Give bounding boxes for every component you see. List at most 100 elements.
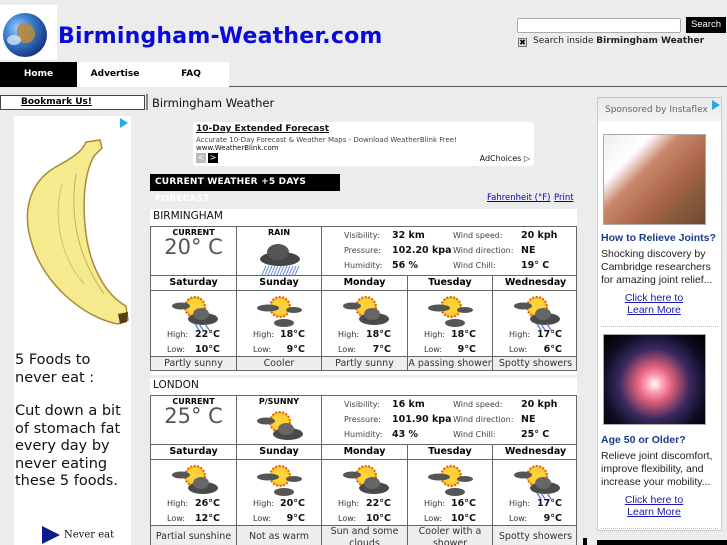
wind-direction-label: Wind direction:: [453, 246, 514, 255]
current-temp-cell: CURRENT 20° C: [151, 227, 237, 275]
high-label: High:: [167, 499, 189, 508]
sun-cloud-rain-icon: [511, 293, 561, 331]
forecast-day-monday: Monday: [322, 445, 408, 460]
site-logo[interactable]: [0, 5, 57, 60]
sun-cloud-icon: [254, 408, 304, 444]
learn-more-link[interactable]: Click here to Learn More: [598, 292, 710, 316]
footer-mark: [583, 538, 587, 545]
right-ad-title[interactable]: Age 50 or Older?: [601, 434, 686, 446]
text-ad-title[interactable]: 10-Day Extended Forecast: [196, 124, 329, 134]
forecast-cell: High: 18°C Low: 7°C: [322, 291, 408, 356]
forecast-summary-row: Partial sunshine Not as warm Sun and some …: [150, 526, 577, 545]
humidity-value: 43 %: [392, 429, 419, 440]
bookmark-link[interactable]: Bookmark Us!: [21, 97, 92, 107]
high-temperature: 17°C: [537, 498, 562, 509]
high-temperature: 22°C: [195, 329, 220, 340]
rain-cloud-icon: [254, 239, 304, 276]
forecast-cell: High: 22°C Low: 10°C: [322, 460, 408, 525]
globe-icon: [3, 13, 47, 57]
ad-next-button[interactable]: >: [208, 153, 218, 163]
forecast-cell: High: 18°C Low: 9°C: [237, 291, 322, 356]
sun-clouds-icon: [425, 293, 475, 329]
wind-speed-label: Wind speed:: [453, 231, 503, 240]
text-ad-url[interactable]: www.WeatherBlink.com: [196, 144, 279, 152]
current-temperature: 25° C: [164, 404, 223, 428]
forecast-cell: High: 17°C Low: 6°C: [493, 291, 578, 356]
search-button[interactable]: Search: [686, 17, 726, 33]
right-ad-text: Relieve joint discomfort, improve flexib…: [601, 450, 713, 488]
learn-more-link[interactable]: Click here to Learn More: [598, 494, 710, 518]
low-label: Low:: [424, 345, 443, 354]
forecast-cell: High: 17°C Low: 9°C: [493, 460, 578, 525]
forecast-day-saturday: Saturday: [151, 276, 237, 291]
sun-cloud-rain-icon: [169, 293, 219, 331]
forecast-cell: High: 18°C Low: 9°C: [408, 291, 493, 356]
forecast-summary: Spotty showers: [498, 531, 573, 542]
current-conditions: CURRENT 25° C P/SUNNY Visibility: 16 km Wind …: [150, 395, 577, 445]
wind-direction-label: Wind direction:: [453, 415, 514, 424]
forecast-day-wednesday: Wednesday: [504, 277, 567, 288]
wind-speed-value: 20 kph: [521, 230, 558, 241]
ad-separator: [601, 528, 718, 529]
search-input[interactable]: [517, 18, 681, 33]
adchoices-link[interactable]: AdChoices ▷: [480, 154, 530, 163]
high-label: High:: [424, 499, 446, 508]
sun-cloud-icon: [169, 462, 219, 498]
visibility-value: 32 km: [392, 230, 425, 241]
right-ad[interactable]: Sponsored by Instaflex How to Relieve Jo…: [597, 97, 722, 531]
nav-home[interactable]: Home: [0, 62, 77, 87]
wind-chill-label: Wind Chill:: [453, 430, 496, 439]
low-label: Low:: [424, 514, 443, 523]
current-stats-cell: Visibility: 16 km Wind speed: 20 kph Pressur…: [322, 396, 576, 444]
pressure-value: 101.90 kpa: [392, 414, 452, 425]
high-label: High:: [424, 330, 446, 339]
low-temperature: 10°C: [451, 513, 476, 524]
current-condition: P/SUNNY: [258, 397, 300, 406]
print-link[interactable]: Print: [554, 193, 574, 203]
adchoices-icon[interactable]: [120, 118, 128, 128]
site-title[interactable]: Birmingham-Weather.com: [58, 24, 383, 49]
low-label: Low:: [509, 514, 528, 523]
current-stats-cell: Visibility: 32 km Wind speed: 20 kph Pressur…: [322, 227, 576, 275]
left-ad[interactable]: 5 Foods to never eat : Cut down a bit of…: [14, 116, 131, 545]
ad-prev-button[interactable]: <: [196, 153, 206, 163]
high-temperature: 18°C: [451, 329, 476, 340]
forecast-cell: High: 20°C Low: 9°C: [237, 460, 322, 525]
forecast-cell: High: 26°C Low: 12°C: [151, 460, 237, 525]
forecast-summary: Partial sunshine: [151, 526, 237, 545]
search-scope-checkbox[interactable]: ✖: [518, 38, 527, 47]
text-ad[interactable]: 10-Day Extended Forecast Accurate 10-Day…: [193, 122, 534, 166]
page-heading: Birmingham Weather: [152, 96, 275, 110]
high-label: High:: [509, 499, 531, 508]
right-ad-title[interactable]: How to Relieve Joints?: [601, 232, 716, 244]
forecast-summary: Cooler: [237, 357, 322, 370]
city-weather-block: BIRMINGHAM CURRENT 20° C RAIN Visibility: 32 …: [150, 209, 577, 375]
adchoices-icon[interactable]: [712, 100, 720, 110]
knee-image[interactable]: [603, 134, 706, 225]
forecast-summary: Cooler with a shower: [408, 526, 493, 545]
learn-more-line1: Click here to: [624, 494, 684, 506]
high-temperature: 17°C: [537, 329, 562, 340]
adchoices-label: AdChoices: [479, 154, 522, 163]
wind-direction-value: NE: [521, 245, 536, 256]
left-ad-headline: 5 Foods to never eat :: [15, 352, 95, 386]
nav-advertise[interactable]: Advertise: [77, 62, 153, 87]
knee-xray-image[interactable]: [603, 334, 706, 425]
visibility-label: Visibility:: [344, 400, 380, 409]
visibility-value: 16 km: [392, 399, 425, 410]
nav-faq[interactable]: FAQ: [153, 62, 229, 87]
forecast-details-row: High: 26°C Low: 12°C High: 20°C Low: 9°C High: 22…: [150, 460, 577, 526]
forecast-day-wednesday: Wednesday: [504, 446, 567, 457]
adchoices-icon: ▷: [523, 154, 530, 163]
forecast-cell: High: 22°C Low: 10°C: [151, 291, 237, 356]
search-scope-label: Search inside Birmingham Weather: [533, 36, 704, 46]
fahrenheit-link[interactable]: Fahrenheit (°F): [487, 193, 550, 203]
low-label: Low:: [338, 514, 357, 523]
low-temperature: 6°C: [543, 344, 562, 355]
never-eat-link[interactable]: Never eat: [42, 526, 114, 544]
forecast-summary-row: Partly sunny Cooler Partly sunny A passing …: [150, 357, 577, 371]
forecast-days-row: Saturday Sunday Monday Tuesday Wednesday: [150, 276, 577, 291]
high-label: High:: [509, 330, 531, 339]
forecast-summary: A passing shower: [408, 357, 493, 370]
sun-cloud-rain-icon: [511, 462, 561, 500]
